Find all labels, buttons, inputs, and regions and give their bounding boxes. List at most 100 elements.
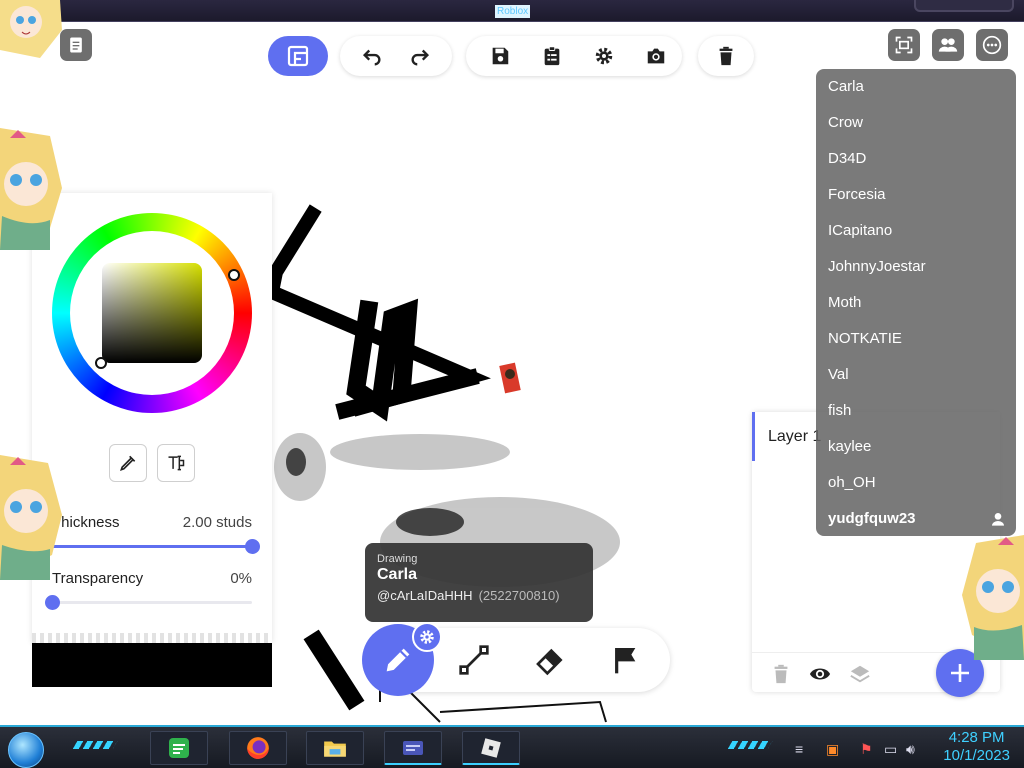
player-item[interactable]: Forcesia xyxy=(816,177,1016,213)
thickness-value: 2.00 studs xyxy=(182,514,252,531)
thickness-thumb[interactable] xyxy=(245,539,260,554)
taskbar-decoration xyxy=(72,741,118,749)
pencil-settings-button[interactable] xyxy=(412,622,442,652)
flag-icon[interactable] xyxy=(610,644,642,676)
eyedropper-icon xyxy=(120,455,136,471)
trash-icon xyxy=(719,46,733,66)
gear-icon xyxy=(595,47,613,65)
titlebar-decoration xyxy=(914,0,1014,12)
hue-wheel[interactable] xyxy=(52,213,252,413)
clear-canvas-button[interactable] xyxy=(702,36,750,76)
sticky-notes-icon xyxy=(169,738,189,758)
cartoon-sticker xyxy=(0,455,62,580)
gear-icon xyxy=(420,630,434,644)
layers-icon[interactable] xyxy=(849,663,871,685)
canvas-fit-icon xyxy=(287,45,309,67)
more-button[interactable] xyxy=(976,29,1008,61)
player-list: Carla Crow D34D Forcesia ICapitano Johnn… xyxy=(816,69,1016,536)
fullscreen-button[interactable] xyxy=(888,29,920,61)
window-titlebar: Roblox xyxy=(0,0,1024,22)
taskbar-app-media[interactable] xyxy=(384,731,442,765)
history-toolbar xyxy=(340,36,452,76)
display-icon[interactable]: ▭ xyxy=(884,741,897,758)
taskbar-app-file-explorer[interactable] xyxy=(306,731,364,765)
save-icon xyxy=(492,47,509,65)
layer-label: Layer 1 xyxy=(768,428,822,445)
volume-icon[interactable]: 🔊︎ xyxy=(906,741,915,758)
line-icon[interactable] xyxy=(458,644,490,676)
redo-button[interactable] xyxy=(396,36,444,76)
cartoon-sticker xyxy=(0,128,62,250)
text-icon xyxy=(168,455,185,471)
clock-date: 10/1/2023 xyxy=(943,747,1010,764)
swatch-divider xyxy=(32,633,272,643)
taskbar: ≡ ▣ ⚑ ▭ 🔊︎ 4:28 PM 10/1/2023 xyxy=(0,725,1024,768)
player-item[interactable]: D34D xyxy=(816,141,1016,177)
network-icon[interactable]: ≡ xyxy=(795,741,803,757)
transparency-thumb[interactable] xyxy=(45,595,60,610)
trash-icon[interactable] xyxy=(770,663,792,685)
more-icon xyxy=(982,35,1002,55)
undo-icon xyxy=(362,49,381,66)
cartoon-sticker xyxy=(0,0,62,58)
cartoon-sticker xyxy=(962,535,1024,660)
thickness-slider[interactable] xyxy=(52,539,260,554)
undo-button[interactable] xyxy=(348,36,396,76)
user-icon xyxy=(992,513,1004,526)
player-item[interactable]: kaylee xyxy=(816,429,1016,465)
roblox-icon xyxy=(481,737,501,758)
text-button[interactable] xyxy=(157,444,195,482)
eye-icon[interactable] xyxy=(809,663,831,685)
player-item[interactable]: Val xyxy=(816,357,1016,393)
save-button[interactable] xyxy=(474,36,526,76)
color-panel: Thickness 2.00 studs Transparency 0% xyxy=(32,193,272,643)
selected-color-swatch[interactable] xyxy=(32,643,272,687)
clipboard-button[interactable] xyxy=(526,36,578,76)
transparency-slider[interactable] xyxy=(45,595,252,610)
taskbar-decoration xyxy=(727,741,773,749)
canvas-fit-button[interactable] xyxy=(268,36,328,76)
tooltip-handle: @cArLaIDaHHH xyxy=(377,588,473,603)
pencil-icon xyxy=(386,648,410,672)
media-app-icon xyxy=(403,740,423,755)
player-item-self[interactable]: yudgfquw23 xyxy=(816,501,1016,537)
hue-knob[interactable] xyxy=(228,269,240,281)
players-button[interactable] xyxy=(932,29,964,61)
player-item[interactable]: JohnnyJoestar xyxy=(816,249,1016,285)
firefox-icon xyxy=(247,737,269,759)
saturation-value-square[interactable] xyxy=(102,263,202,363)
ime-icon[interactable]: ▣ xyxy=(826,741,839,758)
player-item[interactable]: Crow xyxy=(816,105,1016,141)
player-name: yudgfquw23 xyxy=(828,510,916,527)
security-icon[interactable]: ⚑ xyxy=(860,741,873,758)
eraser-icon[interactable] xyxy=(534,644,566,676)
player-item[interactable]: fish xyxy=(816,393,1016,429)
player-item[interactable]: Moth xyxy=(816,285,1016,321)
camera-button[interactable] xyxy=(630,36,682,76)
player-item[interactable]: oh_OH xyxy=(816,465,1016,501)
clipboard-icon xyxy=(544,46,560,66)
players-icon xyxy=(938,38,958,52)
tooltip-user-id: (2522700810) xyxy=(478,588,560,603)
window-title: Roblox xyxy=(495,5,531,18)
camera-icon xyxy=(647,48,665,64)
clear-toolbar xyxy=(698,36,754,76)
color-knob[interactable] xyxy=(95,357,107,369)
transparency-value: 0% xyxy=(230,570,252,587)
taskbar-clock[interactable]: 4:28 PM 10/1/2023 xyxy=(943,729,1010,765)
file-toolbar xyxy=(466,36,682,76)
player-item[interactable]: NOTKATIE xyxy=(816,321,1016,357)
taskbar-app-firefox[interactable] xyxy=(229,731,287,765)
redo-icon xyxy=(411,49,430,66)
tooltip-name: Carla xyxy=(377,566,418,583)
taskbar-app-sticky-notes[interactable] xyxy=(150,731,208,765)
plus-icon xyxy=(951,664,969,682)
eyedropper-button[interactable] xyxy=(109,444,147,482)
player-item[interactable]: Carla xyxy=(816,69,1016,105)
taskbar-app-roblox[interactable] xyxy=(462,731,520,765)
clock-time: 4:28 PM xyxy=(948,729,1005,746)
fullscreen-icon xyxy=(895,36,913,54)
start-button[interactable] xyxy=(8,732,44,768)
settings-button[interactable] xyxy=(578,36,630,76)
player-item[interactable]: ICapitano xyxy=(816,213,1016,249)
